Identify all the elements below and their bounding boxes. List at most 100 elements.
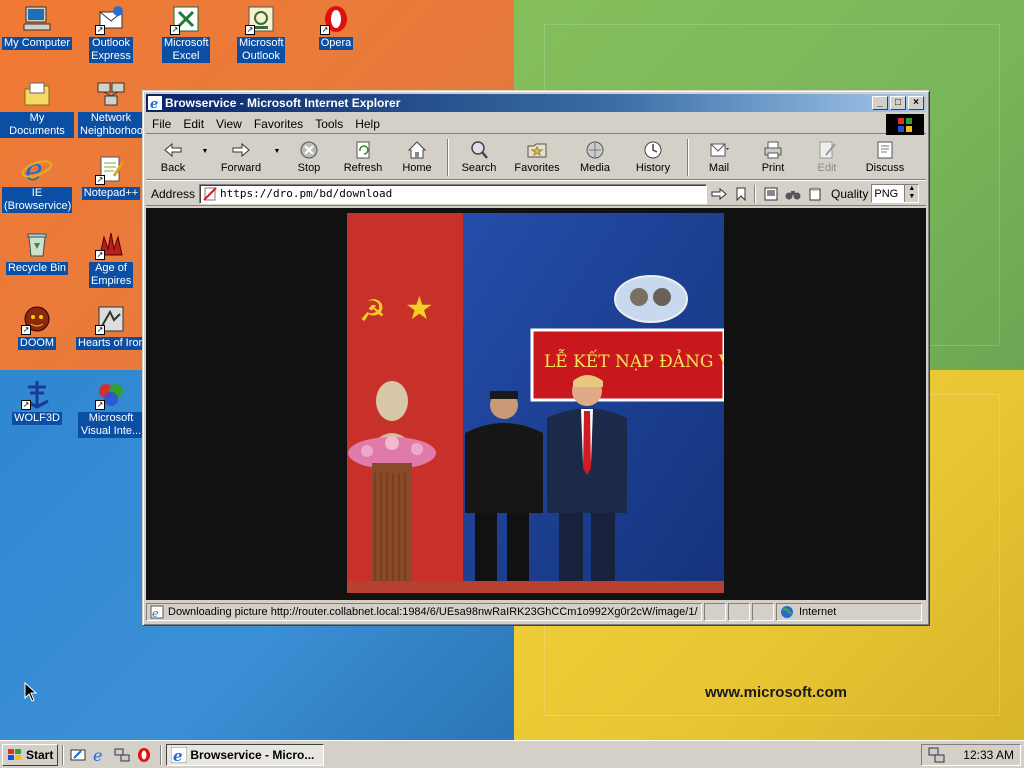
back-dropdown-icon[interactable]: ▼ [200, 136, 210, 179]
quicklaunch-show-desktop[interactable] [68, 745, 88, 765]
status-text-pane: e Downloading picture http://router.coll… [146, 603, 702, 621]
internet-zone-icon [781, 606, 793, 618]
page-button[interactable] [761, 184, 781, 204]
banner-text: LỄ KẾT NẠP ĐẢNG V [544, 349, 724, 372]
discuss-button[interactable]: Discuss [854, 136, 916, 179]
desktop-icon-age-of-empires[interactable]: ↗ Age of Empires [74, 228, 148, 288]
back-button[interactable]: Back [146, 136, 200, 179]
find-button[interactable] [783, 184, 803, 204]
insecure-page-icon [203, 186, 217, 201]
forward-dropdown-icon[interactable]: ▼ [272, 136, 282, 179]
shortcut-arrow-icon: ↗ [320, 25, 330, 35]
quicklaunch-opera[interactable] [134, 745, 154, 765]
edit-button[interactable]: Edit [800, 136, 854, 179]
binoculars-icon [785, 190, 801, 199]
refresh-button[interactable]: Refresh [336, 136, 390, 179]
media-icon [586, 141, 604, 159]
desktop-icon-notepad-plus-plus[interactable]: ↗ Notepad++ [74, 153, 148, 200]
desktop-icon-outlook[interactable]: ↗ Microsoft Outlook [224, 3, 298, 63]
desktop-icon-visual-interdev[interactable]: ↗ Microsoft Visual Inte... [74, 378, 148, 438]
maximize-button[interactable]: □ [890, 96, 906, 110]
network-neighborhood-icon [95, 78, 127, 110]
mail-button[interactable]: Mail [692, 136, 746, 179]
shortcut-arrow-icon: ↗ [170, 25, 180, 35]
address-input[interactable] [218, 187, 707, 200]
zone-pane: Internet [776, 603, 922, 621]
menu-help[interactable]: Help [349, 117, 386, 131]
desktop-icon-doom[interactable]: ↗ DOOM [0, 303, 74, 350]
internet-explorer-icon: e [93, 747, 102, 763]
status-bar: e Downloading picture http://router.coll… [146, 602, 926, 622]
shortcut-arrow-icon: ↗ [95, 400, 105, 410]
go-button[interactable] [709, 184, 729, 204]
favorites-button[interactable]: Favorites [506, 136, 568, 179]
taskbar: Start e e Browservice - Micro... 12:33 A… [0, 740, 1024, 768]
status-pane-empty [704, 603, 726, 621]
quicklaunch-internet-explorer[interactable]: e [90, 745, 110, 765]
stop-button[interactable]: Stop [282, 136, 336, 179]
desktop-icon-my-documents[interactable]: My Documents [0, 78, 74, 138]
quality-select[interactable]: PNG ▲ ▼ [871, 184, 920, 203]
printer-icon [764, 141, 782, 159]
refresh-icon [356, 141, 370, 159]
minimize-button[interactable]: _ [872, 96, 888, 110]
desktop-icon-outlook-express[interactable]: ↗ Outlook Express [74, 3, 148, 63]
taskbar-button-browservice[interactable]: e Browservice - Micro... [166, 743, 325, 766]
outlook-icon: ↗ [245, 3, 277, 35]
clipboard-button[interactable] [805, 184, 825, 204]
wallpaper-text: www.microsoft.com [705, 684, 847, 701]
menu-favorites[interactable]: Favorites [248, 117, 309, 131]
desktop-icon-hearts-of-iron[interactable]: ↗ Hearts of Iron [74, 303, 148, 353]
show-desktop-icon [70, 749, 86, 760]
address-field[interactable] [199, 183, 708, 204]
content-photo: ☭ ★ LỄ KẾT NẠP ĐẢNG V [347, 213, 724, 593]
clock[interactable]: 12:33 AM [963, 748, 1014, 762]
desktop-icon-recycle-bin[interactable]: Recycle Bin [0, 228, 74, 275]
desktop-icon-excel[interactable]: ↗ Microsoft Excel [149, 3, 223, 63]
menu-view[interactable]: View [210, 117, 248, 131]
start-button[interactable]: Start [2, 743, 59, 766]
zone-label: Internet [799, 606, 837, 618]
wolf3d-icon: ↗ [21, 378, 53, 410]
page-icon [764, 187, 778, 200]
shortcut-arrow-icon: ↗ [21, 325, 31, 335]
forward-arrow-icon [232, 142, 250, 158]
forward-button[interactable]: Forward [210, 136, 272, 179]
bookmark-button[interactable] [731, 184, 751, 204]
toolbar-separator [687, 139, 689, 176]
spinner-arrows-icon[interactable]: ▲ ▼ [904, 185, 919, 202]
shortcut-arrow-icon: ↗ [95, 175, 105, 185]
home-button[interactable]: Home [390, 136, 444, 179]
quicklaunch-network[interactable] [112, 745, 132, 765]
print-button[interactable]: Print [746, 136, 800, 179]
window-title: Browservice - Microsoft Internet Explore… [165, 96, 401, 110]
menu-edit[interactable]: Edit [177, 117, 210, 131]
media-button[interactable]: Media [568, 136, 622, 179]
history-button[interactable]: History [622, 136, 684, 179]
network-connection-icon[interactable] [928, 747, 946, 763]
desktop-icon-opera[interactable]: ↗ Opera [299, 3, 373, 50]
title-bar[interactable]: e Browservice - Microsoft Internet Explo… [146, 94, 926, 112]
desktop-icon-network-neighborhood[interactable]: Network Neighborhood [74, 78, 149, 138]
page-viewport[interactable]: ☭ ★ LỄ KẾT NẠP ĐẢNG V [146, 208, 926, 600]
search-button[interactable]: Search [452, 136, 506, 179]
menu-file[interactable]: File [146, 117, 177, 131]
doom-icon: ↗ [21, 303, 53, 335]
discuss-icon [877, 141, 893, 159]
desktop-icon-my-computer[interactable]: My Computer [0, 3, 74, 50]
address-separator [754, 184, 757, 203]
browser-window: e Browservice - Microsoft Internet Explo… [142, 90, 930, 626]
status-pane-empty [728, 603, 750, 621]
opera-icon [138, 747, 151, 762]
mouse-cursor-icon [24, 682, 38, 702]
desktop-icon-wolf3d[interactable]: ↗ WOLF3D [0, 378, 74, 425]
internet-explorer-icon: e [148, 96, 162, 110]
address-label: Address [151, 186, 196, 201]
menu-tools[interactable]: Tools [309, 117, 349, 131]
internet-explorer-icon: e [21, 153, 53, 185]
shortcut-arrow-icon: ↗ [245, 25, 255, 35]
close-button[interactable]: × [908, 96, 924, 110]
desktop-icon-ie-browservice[interactable]: e IE (Browservice) [0, 153, 74, 213]
shortcut-arrow-icon: ↗ [95, 325, 105, 335]
age-of-empires-icon: ↗ [95, 228, 127, 260]
